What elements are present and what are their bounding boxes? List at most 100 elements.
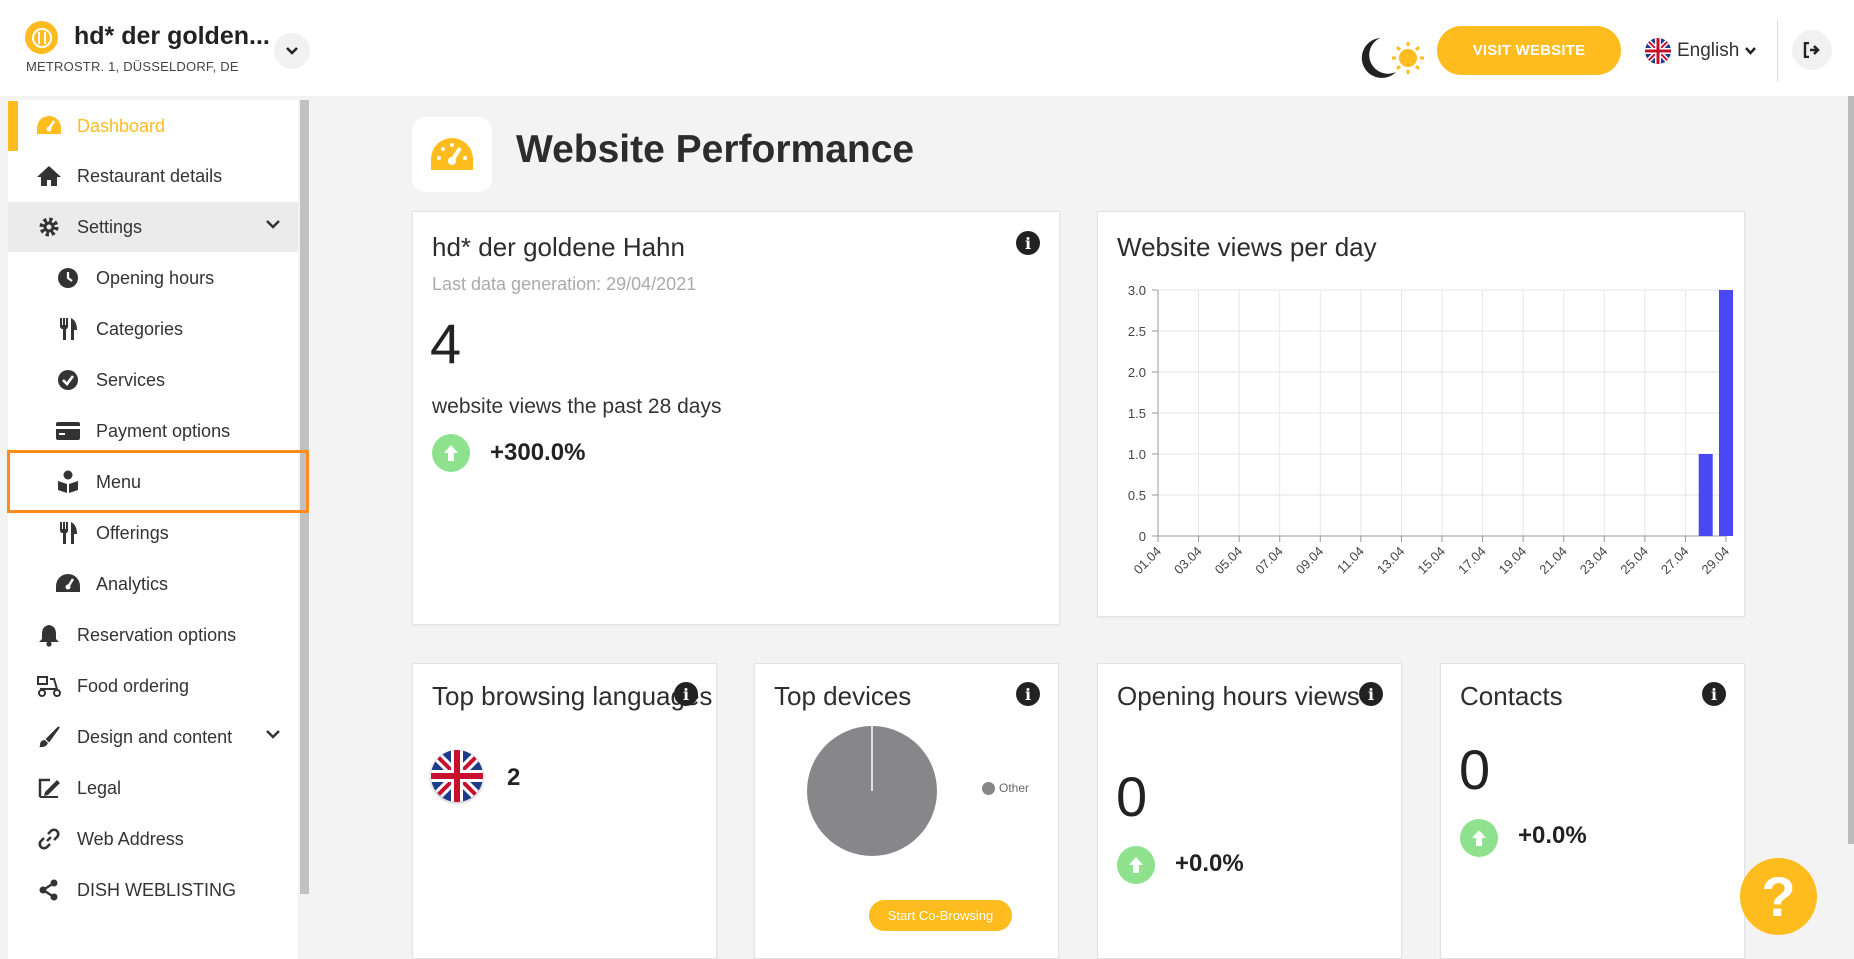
gauge-icon <box>55 571 81 597</box>
performance-gauge-icon <box>412 117 492 192</box>
info-icon[interactable]: i <box>1359 682 1383 706</box>
x-tick-label: 17.04 <box>1455 544 1489 578</box>
sidebar-item-restaurant-details[interactable]: Restaurant details <box>8 151 298 201</box>
summary-card-title: hd* der goldene Hahn <box>432 232 685 262</box>
cutlery-icon <box>55 316 81 342</box>
restaurant-switch-button[interactable] <box>274 33 310 69</box>
sidebar-item-label: Categories <box>96 318 184 339</box>
arrow-up-icon <box>1117 846 1155 884</box>
cutlery-icon <box>55 520 81 546</box>
languages-card: Top browsing languages i 2 <box>412 663 717 959</box>
sidebar-item-label: Reservation options <box>77 624 237 645</box>
y-tick-label: 2.5 <box>1128 324 1146 339</box>
info-icon[interactable]: i <box>1016 682 1040 706</box>
sidebar-item-label: Settings <box>77 216 143 237</box>
bar-29.04 <box>1719 290 1733 536</box>
views-change: +300.0% <box>490 439 586 466</box>
sidebar-item-food-ordering[interactable]: Food ordering <box>8 661 298 711</box>
sidebar-item-label: Restaurant details <box>77 165 223 186</box>
y-tick-label: 1.0 <box>1128 447 1146 462</box>
moon-icon <box>1361 38 1396 78</box>
x-tick-label: 15.04 <box>1415 544 1449 578</box>
info-icon[interactable]: i <box>1702 682 1726 706</box>
language-count: 2 <box>507 764 521 791</box>
sidebar-item-label: Services <box>96 369 166 390</box>
credit-card-icon <box>55 418 81 444</box>
sidebar: Dashboard Restaurant details Settings Op… <box>8 100 298 959</box>
brush-icon <box>36 724 62 750</box>
uk-flag-icon <box>1645 38 1671 64</box>
devices-legend-label: Other <box>999 781 1030 795</box>
sidebar-item-payment-options[interactable]: Payment options <box>8 406 298 456</box>
views-per-day-card: Website views per day 0 0.5 1.0 1.5 2.0 2.5 3.… <box>1097 211 1745 617</box>
top-header: hd* der golden... METROSTR. 1, DÜSSELDOR… <box>0 0 1854 96</box>
bar-28.04 <box>1698 454 1713 536</box>
help-button[interactable]: ? <box>1740 858 1817 935</box>
devices-card: Top devices i Other Start Co-Browsing <box>754 663 1059 959</box>
restaurant-name[interactable]: hd* der golden... <box>74 22 270 51</box>
sidebar-item-dashboard[interactable]: Dashboard <box>8 101 298 151</box>
sidebar-item-analytics[interactable]: Analytics <box>8 559 298 609</box>
devices-card-title: Top devices <box>774 681 912 711</box>
sidebar-item-legal[interactable]: Legal <box>8 763 298 813</box>
page-title: Website Performance <box>516 128 915 171</box>
summary-card: hd* der goldene Hahn i Last data generat… <box>412 211 1060 625</box>
x-tick-label: 13.04 <box>1374 544 1408 578</box>
language-label: English <box>1677 40 1740 61</box>
uk-flag-icon <box>431 750 483 802</box>
sidebar-item-reservation-options[interactable]: Reservation options <box>8 610 298 660</box>
x-tick-label: 27.04 <box>1658 544 1692 578</box>
x-tick-label: 23.04 <box>1577 544 1611 578</box>
contacts-count: 0 <box>1459 738 1491 801</box>
sidebar-item-dish-weblisting[interactable]: DISH WEBLISTING <box>8 865 298 915</box>
restaurant-logo-icon <box>25 21 58 54</box>
sidebar-item-categories[interactable]: Categories <box>8 304 298 354</box>
opening-hours-views-card: Opening hours views i 0 +0.0% <box>1097 663 1402 959</box>
dashboard-icon <box>36 113 62 139</box>
visit-website-button[interactable]: VISIT WEBSITE <box>1437 26 1621 75</box>
page-scrollbar[interactable] <box>1848 96 1854 844</box>
sidebar-item-web-address[interactable]: Web Address <box>8 814 298 864</box>
gear-icon <box>36 214 62 240</box>
restaurant-address: METROSTR. 1, DÜSSELDORF, DE <box>26 59 239 74</box>
menu-highlight-frame <box>7 450 309 513</box>
x-tick-label: 01.04 <box>1131 544 1165 578</box>
opening-card-title: Opening hours views <box>1117 681 1360 711</box>
y-tick-label: 1.5 <box>1128 406 1146 421</box>
chevron-down-icon <box>286 47 298 55</box>
chevron-down-icon <box>266 730 280 739</box>
opening-views-count: 0 <box>1116 765 1148 828</box>
logout-icon <box>1803 42 1820 58</box>
x-tick-label: 03.04 <box>1171 544 1205 578</box>
logout-button[interactable] <box>1792 30 1832 70</box>
x-tick-label: 25.04 <box>1617 544 1651 578</box>
x-tick-label: 21.04 <box>1536 544 1570 578</box>
theme-toggle[interactable] <box>1352 34 1428 82</box>
x-tick-label: 29.04 <box>1699 544 1733 578</box>
x-tick-label: 05.04 <box>1212 544 1246 578</box>
sidebar-item-label: Design and content <box>77 726 233 747</box>
y-tick-label: 0 <box>1139 529 1146 544</box>
sidebar-item-opening-hours[interactable]: Opening hours <box>8 253 298 303</box>
sidebar-item-label: Dashboard <box>77 115 166 136</box>
language-selector[interactable]: English <box>1645 37 1757 65</box>
start-cobrowsing-button[interactable]: Start Co-Browsing <box>869 900 1012 931</box>
link-icon <box>36 826 62 852</box>
chevron-down-icon <box>1745 47 1757 55</box>
sidebar-item-label: Legal <box>77 777 122 798</box>
sidebar-item-offerings[interactable]: Offerings <box>8 508 298 558</box>
x-tick-label: 11.04 <box>1334 544 1367 577</box>
sidebar-item-services[interactable]: Services <box>8 355 298 405</box>
info-icon[interactable]: i <box>674 682 698 706</box>
sidebar-item-label: Payment options <box>96 420 231 441</box>
share-icon <box>36 877 62 903</box>
sidebar-item-label: Web Address <box>77 828 184 849</box>
info-icon[interactable]: i <box>1016 231 1040 255</box>
sidebar-item-settings[interactable]: Settings <box>8 202 298 252</box>
views-caption: website views the past 28 days <box>432 395 722 418</box>
legend-swatch <box>982 782 995 795</box>
sidebar-item-design-and-content[interactable]: Design and content <box>8 712 298 762</box>
arrow-up-icon <box>432 434 470 472</box>
sidebar-item-label: Food ordering <box>77 675 190 696</box>
sidebar-item-label: Opening hours <box>96 267 215 288</box>
